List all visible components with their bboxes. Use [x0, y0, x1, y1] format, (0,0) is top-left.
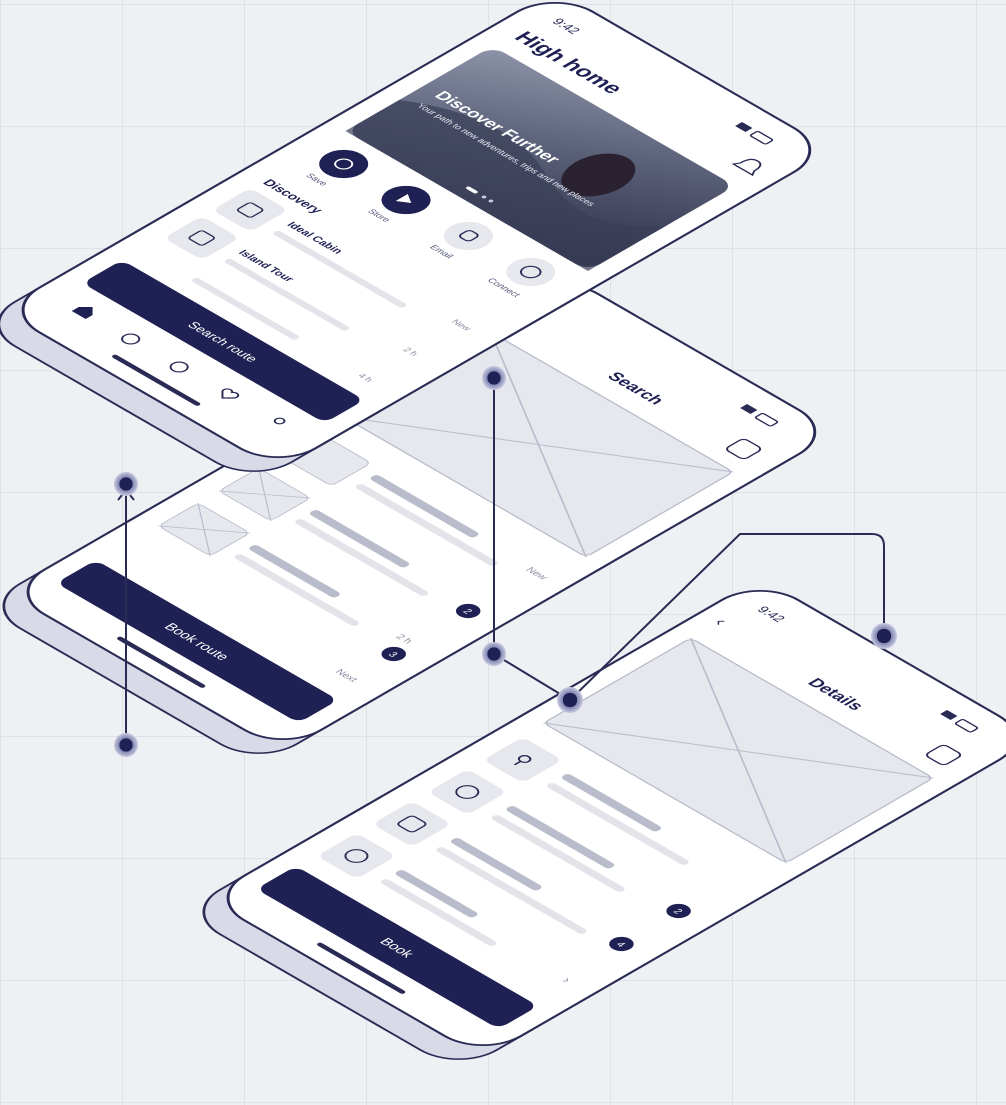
flow-node[interactable]	[557, 687, 583, 713]
wireframe-flow-canvas: 9:42 ‹ Details ⚲ 2 4 › Book Search New 2…	[0, 2, 1006, 1060]
flow-node[interactable]	[482, 642, 506, 666]
flow-node[interactable]	[114, 472, 138, 496]
flow-node[interactable]	[871, 623, 897, 649]
connector-search-details	[493, 653, 571, 701]
flow-node[interactable]	[482, 366, 506, 390]
flow-node[interactable]	[114, 733, 138, 757]
